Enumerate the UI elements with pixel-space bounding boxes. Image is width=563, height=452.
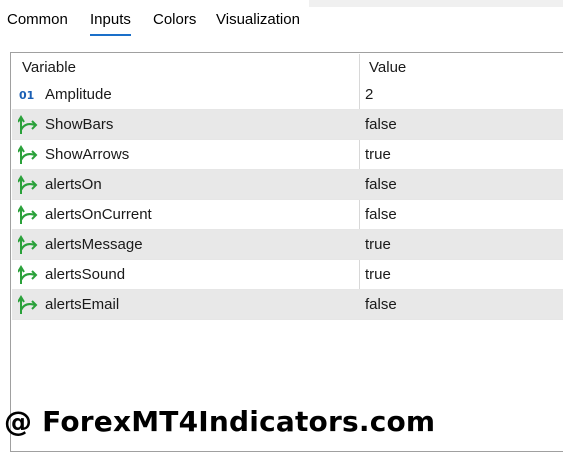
tab-bar: Common Inputs Colors Visualization	[0, 0, 563, 42]
table-row[interactable]: alertsEmail false	[12, 290, 563, 320]
tab-inputs[interactable]: Inputs	[90, 11, 131, 36]
variable-name: ShowArrows	[45, 146, 130, 163]
variable-name: alertsSound	[45, 266, 126, 283]
variable-value[interactable]: false	[365, 176, 397, 193]
variable-name: Amplitude	[45, 86, 112, 103]
variable-name: alertsMessage	[45, 236, 143, 253]
bool-arrow-icon	[17, 265, 40, 285]
table-row[interactable]: alertsOn false	[12, 170, 563, 200]
variable-value[interactable]: true	[365, 266, 391, 283]
column-header-value[interactable]: Value	[369, 59, 406, 76]
variable-name: alertsOn	[45, 176, 102, 193]
tab-common[interactable]: Common	[7, 11, 68, 28]
variable-value[interactable]: true	[365, 236, 391, 253]
table-body: 01 Amplitude 2 ShowBars false ShowArrows…	[12, 80, 563, 320]
bool-arrow-icon	[17, 175, 40, 195]
variable-value[interactable]: true	[365, 146, 391, 163]
svg-text:01: 01	[19, 89, 34, 102]
tab-colors[interactable]: Colors	[153, 11, 196, 28]
column-header-variable[interactable]: Variable	[22, 59, 76, 76]
bool-arrow-icon	[17, 145, 40, 165]
variable-name: ShowBars	[45, 116, 114, 133]
table-row[interactable]: ShowBars false	[12, 110, 563, 140]
integer-icon: 01	[18, 85, 40, 105]
variable-name: alertsEmail	[45, 296, 120, 313]
table-row[interactable]: alertsSound true	[12, 260, 563, 290]
table-row[interactable]: alertsMessage true	[12, 230, 563, 260]
variable-value[interactable]: false	[365, 296, 397, 313]
bool-arrow-icon	[17, 115, 40, 135]
bool-arrow-icon	[17, 205, 40, 225]
table-header: Variable Value	[12, 53, 563, 81]
table-row[interactable]: alertsOnCurrent false	[12, 200, 563, 230]
tab-visualization[interactable]: Visualization	[216, 11, 300, 28]
variable-value[interactable]: false	[365, 116, 397, 133]
table-row[interactable]: 01 Amplitude 2	[12, 80, 563, 110]
watermark-text: @ ForexMT4Indicators.com	[4, 405, 436, 438]
table-row[interactable]: ShowArrows true	[12, 140, 563, 170]
bool-arrow-icon	[17, 235, 40, 255]
variable-name: alertsOnCurrent	[45, 206, 152, 223]
bool-arrow-icon	[17, 295, 40, 315]
variable-value[interactable]: false	[365, 206, 397, 223]
variable-value[interactable]: 2	[365, 86, 373, 103]
